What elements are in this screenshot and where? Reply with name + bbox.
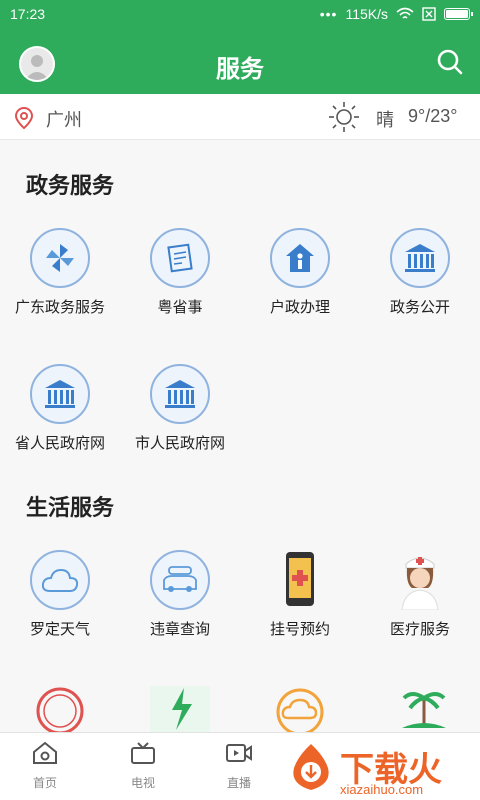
seal-icon[interactable] — [35, 686, 85, 732]
city-name[interactable]: 广州 — [46, 106, 82, 132]
search-icon[interactable] — [436, 48, 464, 76]
government-building-icon — [390, 228, 450, 288]
watermark-logo-icon — [293, 744, 329, 790]
service-label: 广东政务服务 — [14, 299, 105, 316]
section-title-gov: 政务服务 — [26, 173, 115, 198]
status-time: 17:23 — [10, 6, 46, 22]
page-title: 服务 — [216, 56, 264, 83]
palm-island-icon[interactable] — [396, 686, 452, 732]
tab-live[interactable]: 直播 — [204, 741, 274, 791]
service-item-violation[interactable]: 违章查询 — [120, 550, 240, 639]
network-speed: 115K/s — [345, 6, 388, 22]
tab-home[interactable]: 首页 — [10, 741, 80, 791]
document-icon — [150, 228, 210, 288]
service-item-household[interactable]: 户政办理 — [240, 228, 360, 317]
section-title-life: 生活服务 — [26, 495, 115, 520]
status-bar: 17:23 ••• 115K/s — [0, 0, 480, 28]
nurse-icon — [401, 557, 439, 610]
service-label: 省人民政府网 — [14, 435, 105, 452]
service-item-yueshengshi[interactable]: 粤省事 — [120, 228, 240, 317]
power-icon[interactable] — [150, 686, 210, 732]
tab-label: 电视 — [130, 776, 155, 790]
watermark: 下载火 xiazaihuo.com — [280, 740, 476, 798]
house-person-icon — [270, 228, 330, 288]
phone-medical-icon — [286, 552, 314, 606]
service-label: 政务公开 — [389, 299, 450, 316]
location-weather-bar: 广州 晴 9°/23° — [0, 94, 480, 140]
car-icon — [150, 550, 210, 610]
service-item-provincial-gov[interactable]: 省人民政府网 — [0, 364, 120, 453]
sun-icon — [329, 102, 359, 132]
service-item-weather[interactable]: 罗定天气 — [0, 550, 120, 639]
service-item-gov-open[interactable]: 政务公开 — [360, 228, 480, 317]
battery-icon — [444, 8, 473, 20]
temperature: 9°/23° — [408, 106, 458, 126]
service-label: 户政办理 — [269, 299, 330, 316]
government-building-icon — [150, 364, 210, 424]
wifi-icon — [396, 7, 414, 19]
service-label: 市人民政府网 — [134, 435, 225, 452]
cloud-sync-icon[interactable] — [272, 686, 328, 732]
service-item-medical[interactable]: 医疗服务 — [360, 550, 480, 639]
tab-tv[interactable]: 电视 — [108, 741, 178, 791]
government-building-icon — [30, 364, 90, 424]
video-icon — [226, 744, 252, 762]
service-item-appointment[interactable]: 挂号预约 — [240, 550, 360, 639]
tv-icon — [131, 742, 155, 764]
location-pin-icon[interactable] — [14, 106, 34, 130]
home-icon — [33, 741, 57, 764]
service-label: 医疗服务 — [389, 621, 450, 638]
status-dots: ••• — [319, 6, 338, 22]
sim-off-icon — [422, 7, 436, 21]
service-label: 挂号预约 — [269, 621, 330, 638]
tab-label: 直播 — [226, 776, 251, 790]
service-label: 罗定天气 — [29, 621, 90, 638]
service-item-guangdong-gov[interactable]: 广东政务服务 — [0, 228, 120, 317]
weather-condition: 晴 — [376, 110, 394, 130]
service-label: 违章查询 — [149, 621, 210, 638]
service-item-city-gov[interactable]: 市人民政府网 — [120, 364, 240, 453]
service-label: 粤省事 — [157, 299, 203, 316]
tab-label: 首页 — [32, 776, 57, 790]
watermark-subtext: xiazaihuo.com — [340, 782, 424, 797]
cloud-icon — [30, 550, 90, 610]
pinwheel-icon — [30, 228, 90, 288]
app-bar: 服务 — [0, 28, 480, 94]
